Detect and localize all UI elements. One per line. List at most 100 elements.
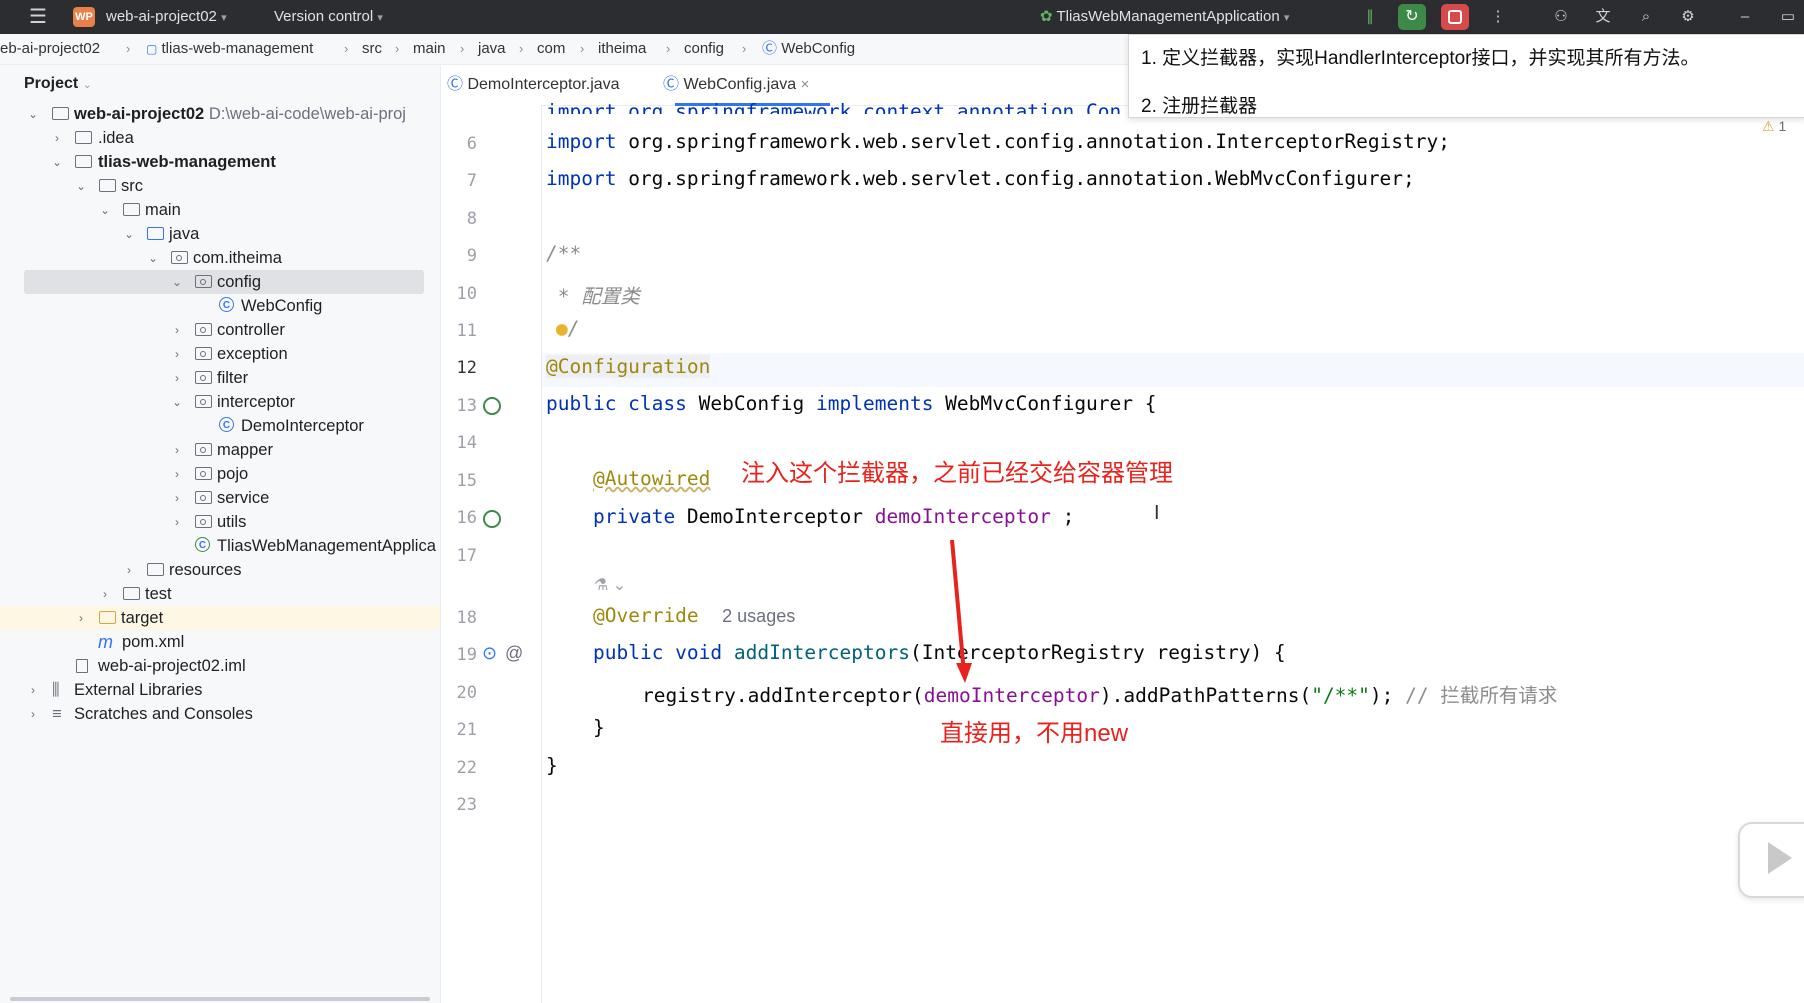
code-line-9[interactable]: /** — [546, 242, 581, 265]
run-config-selector[interactable]: ✿ TliasWebManagementApplication ▾ — [1040, 0, 1289, 34]
code-line-6[interactable]: import org.springframework.web.servlet.c… — [546, 130, 1450, 153]
tree-item-service[interactable]: › service — [0, 486, 440, 510]
chevron-down-icon: ⌄ — [171, 395, 183, 409]
breadcrumb-item-com[interactable]: com — [537, 34, 565, 64]
tree-item-resources[interactable]: › resources — [0, 558, 440, 582]
code-line-12[interactable]: @Configuration — [546, 355, 711, 378]
breadcrumb-item-java[interactable]: java — [478, 34, 506, 64]
code-line-5[interactable]: import org.springframework.context.annot… — [546, 92, 1121, 114]
tree-item-idea[interactable]: › .idea — [0, 126, 440, 150]
code-line-20[interactable]: registry.addInterceptor(demoInterceptor)… — [642, 679, 1557, 708]
chevron-down-icon: ⌄ — [27, 107, 39, 121]
breadcrumb-item-module[interactable]: ▢ tlias-web-management — [146, 34, 313, 64]
tree-item-webconfig[interactable]: C WebConfig — [0, 294, 440, 318]
override-method-icon[interactable]: ⊙ — [482, 643, 497, 664]
tree-item-iml[interactable]: web-ai-project02.iml — [0, 654, 440, 678]
spring-icon: ✿ — [1040, 8, 1053, 25]
tree-item-exception[interactable]: › exception — [0, 342, 440, 366]
class-icon: C — [219, 297, 234, 312]
folder-icon — [123, 587, 140, 600]
folder-icon — [123, 203, 140, 216]
tree-item-scratches[interactable]: › ≡ Scratches and Consoles — [0, 702, 440, 726]
settings-icon[interactable]: ⚙ — [1678, 7, 1698, 27]
chevron-down-icon: ▾ — [377, 12, 383, 24]
main-menu-icon[interactable]: ☰ — [28, 7, 48, 27]
search-icon[interactable]: ⌕ — [1636, 7, 1656, 27]
tree-item-tlias[interactable]: ⌄ tlias-web-management — [0, 150, 440, 174]
vcs-label: Version control — [274, 8, 374, 25]
code-line-10[interactable]: * 配置类 — [546, 280, 640, 309]
code-line-11[interactable]: ●/ — [556, 317, 580, 340]
close-icon[interactable]: × — [801, 76, 810, 93]
tree-item-label: web-ai-project02 D:\web-ai-code\web-ai-p… — [74, 105, 406, 123]
autowired-bean-icon[interactable] — [483, 510, 501, 528]
rerun-button[interactable]: ↻ — [1398, 4, 1426, 30]
spring-bean-icon[interactable] — [483, 397, 501, 415]
tree-item-root[interactable]: ⌄ web-ai-project02 D:\web-ai-code\web-ai… — [0, 102, 440, 126]
tree-item-test[interactable]: › test — [0, 582, 440, 606]
project-selector[interactable]: web-ai-project02 ▾ — [106, 0, 227, 34]
project-panel-title[interactable]: Project ⌄ — [24, 75, 92, 93]
sidebar-horizontal-scrollbar[interactable] — [10, 997, 430, 1001]
tree-item-demointerceptor[interactable]: C DemoInterceptor — [0, 414, 440, 438]
tree-item-main[interactable]: ⌄ main — [0, 198, 440, 222]
tree-item-label: src — [121, 177, 143, 195]
usages-hint[interactable]: 2 usages — [722, 606, 795, 626]
breadcrumb-item-main[interactable]: main — [413, 34, 446, 64]
stop-button[interactable] — [1441, 4, 1469, 30]
tree-item-controller[interactable]: › controller — [0, 318, 440, 342]
tree-item-src[interactable]: ⌄ src — [0, 174, 440, 198]
tree-item-mapper[interactable]: › mapper — [0, 438, 440, 462]
tree-item-label: Scratches and Consoles — [74, 705, 253, 723]
code-line-7[interactable]: import org.springframework.web.servlet.c… — [546, 167, 1415, 190]
tree-item-interceptor[interactable]: ⌄ interceptor — [0, 390, 440, 414]
tree-item-utils[interactable]: › utils — [0, 510, 440, 534]
chevron-down-icon: ⌄ — [99, 203, 111, 217]
code-line-21[interactable]: } — [593, 716, 605, 739]
breadcrumb-item-webconfig[interactable]: Ⓒ WebConfig — [762, 34, 855, 64]
tree-item-pom[interactable]: m pom.xml — [0, 630, 440, 654]
tree-item-config[interactable]: ⌄ config — [24, 270, 424, 294]
video-player-widget[interactable] — [1738, 822, 1804, 898]
more-icon[interactable]: ⋮ — [1488, 7, 1508, 27]
breadcrumb-item-src[interactable]: src — [362, 34, 382, 64]
vcs-selector[interactable]: Version control ▾ — [274, 0, 383, 34]
code-line-18[interactable]: @Override 2 usages — [593, 604, 795, 627]
code-line-22[interactable]: } — [546, 754, 558, 777]
project-panel-label: Project — [24, 75, 79, 92]
breadcrumb-item-itheima[interactable]: itheima — [598, 34, 646, 64]
chevron-right-icon: › — [175, 491, 179, 505]
code-line-15[interactable]: @Autowired — [593, 467, 710, 490]
package-icon — [195, 347, 212, 360]
tree-item-label: pojo — [217, 465, 249, 483]
tree-item-java[interactable]: ⌄ java — [0, 222, 440, 246]
maximize-icon[interactable]: ▭ — [1778, 7, 1798, 27]
code-line-13[interactable]: public class WebConfig implements WebMvc… — [546, 392, 1157, 415]
tree-item-filter[interactable]: › filter — [0, 366, 440, 390]
line-number: 15 — [456, 471, 477, 491]
tree-item-application[interactable]: C TliasWebManagementApplica — [0, 534, 440, 558]
tree-item-external-libraries[interactable]: › ⫼ External Libraries — [0, 678, 440, 702]
module-icon: ▢ — [146, 42, 158, 56]
debug-pause-icon[interactable]: ∥ — [1360, 7, 1380, 27]
minimize-icon[interactable]: – — [1735, 7, 1755, 27]
at-annotation-icon[interactable]: @ — [505, 643, 523, 664]
add-user-icon[interactable]: ⚇ — [1551, 7, 1571, 27]
ai-assist-icon[interactable]: ⚗ ⌄ — [594, 575, 626, 595]
tree-item-com-itheima[interactable]: ⌄ com.itheima — [0, 246, 440, 270]
warning-icon[interactable]: ⚠ 1 — [1762, 118, 1786, 135]
breadcrumb-item-project[interactable]: eb-ai-project02 — [0, 34, 100, 64]
translate-icon[interactable]: 文 — [1593, 7, 1613, 27]
breadcrumb-item-config[interactable]: config — [684, 34, 724, 64]
tree-item-label: web-ai-project02.iml — [98, 657, 246, 675]
chevron-right-icon: › — [175, 347, 179, 361]
annotation-note-inject: 注入这个拦截器，之前已经交给容器管理 — [741, 460, 1173, 487]
code-line-16[interactable]: private DemoInterceptor demoInterceptor … — [593, 505, 1074, 528]
tree-item-pojo[interactable]: › pojo — [0, 462, 440, 486]
chevron-right-icon: › — [580, 41, 585, 56]
text-cursor: I — [1154, 502, 1160, 524]
lightbulb-icon[interactable]: ● — [556, 317, 568, 340]
resources-folder-icon — [147, 563, 164, 576]
tree-item-target[interactable]: › target — [0, 606, 440, 630]
tree-item-label: .idea — [98, 129, 134, 147]
